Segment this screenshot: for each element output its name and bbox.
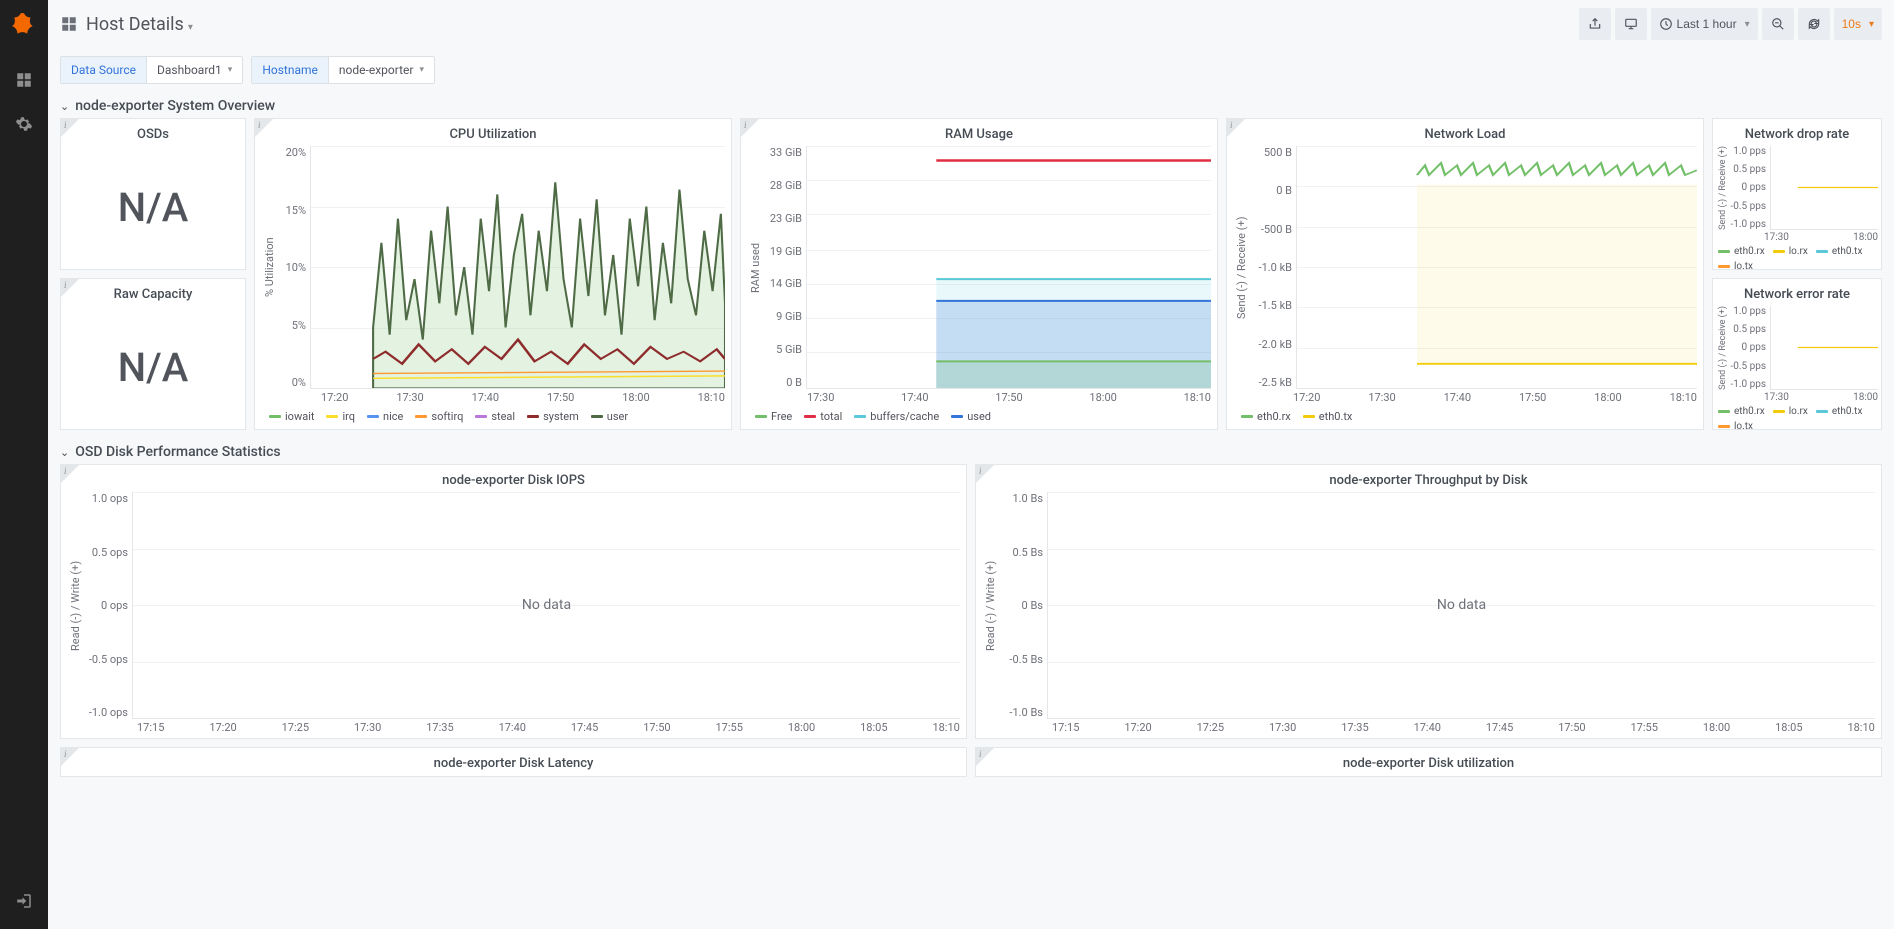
- grafana-logo-icon[interactable]: [8, 8, 40, 40]
- chevron-down-icon: ⌄: [60, 446, 69, 459]
- info-icon[interactable]: [1227, 119, 1245, 137]
- y-axis: 33 GiB28 GiB23 GiB19 GiB14 GiB9 GiB5 GiB…: [764, 146, 806, 389]
- x-axis: 17:3018:00: [1716, 230, 1878, 243]
- var-datasource[interactable]: Data Source Dashboard1▾: [60, 56, 243, 84]
- panel-disk-iops[interactable]: node-exporter Disk IOPS Read (-) / Write…: [60, 464, 967, 739]
- no-data-label: No data: [522, 597, 571, 613]
- y-axis: 1.0 pps0.5 pps0 pps-0.5 pps-1.0 pps: [1730, 306, 1770, 390]
- chart-plot[interactable]: No data: [1047, 492, 1875, 719]
- topbar: Host Details▾ Last 1 hour ▾ 10s▾: [48, 0, 1894, 48]
- no-data-label: No data: [1437, 597, 1486, 613]
- timerange-button[interactable]: Last 1 hour ▾: [1651, 8, 1758, 40]
- dashboard-grid-icon: [60, 15, 78, 33]
- legend: eth0.rxlo.rxeth0.txlo.tx: [1716, 243, 1878, 275]
- sidebar-signin-icon[interactable]: [4, 881, 44, 921]
- x-axis: 17:2017:3017:4017:5018:0018:10: [1233, 389, 1697, 404]
- panel-rawcapacity[interactable]: Raw Capacity N/A: [60, 278, 246, 430]
- info-icon[interactable]: [61, 279, 79, 297]
- x-axis: 17:1517:2017:2517:3017:3517:4017:4517:50…: [67, 719, 960, 734]
- y-axis: 1.0 Bs0.5 Bs0 Bs-0.5 Bs-1.0 Bs: [999, 492, 1047, 719]
- row-header-overview[interactable]: ⌄ node-exporter System Overview: [60, 92, 1882, 118]
- legend: eth0.rxlo.rxeth0.txlo.tx: [1716, 403, 1878, 435]
- legend: Freetotalbuffers/cacheused: [747, 404, 1211, 425]
- panel-disk-throughput[interactable]: node-exporter Throughput by Disk Read (-…: [975, 464, 1882, 739]
- panel-network-load[interactable]: Network Load Send (-) / Receive (+) 500 …: [1226, 118, 1704, 430]
- panel-title: RAM Usage: [741, 119, 1217, 146]
- y-axis-label: Read (-) / Write (+): [982, 492, 999, 719]
- panel-title: Network error rate: [1713, 279, 1881, 306]
- panel-title: node-exporter Throughput by Disk: [976, 465, 1881, 492]
- panel-ram[interactable]: RAM Usage RAM used 33 GiB28 GiB23 GiB19 …: [740, 118, 1218, 430]
- x-axis: 17:3018:00: [1716, 390, 1878, 403]
- var-value[interactable]: node-exporter▾: [329, 57, 434, 83]
- sidebar: [0, 0, 48, 929]
- chart-plot[interactable]: [1296, 146, 1697, 389]
- panel-title: node-exporter Disk utilization: [976, 748, 1881, 775]
- refresh-interval-button[interactable]: 10s▾: [1834, 8, 1882, 40]
- info-icon[interactable]: [61, 119, 79, 137]
- y-axis: 1.0 pps0.5 pps0 pps-0.5 pps-1.0 pps: [1730, 146, 1770, 230]
- y-axis-label: Send (-) / Receive (+): [1716, 146, 1730, 230]
- y-axis: 500 B0 B-500 B-1.0 kB-1.5 kB-2.0 kB-2.5 …: [1250, 146, 1296, 389]
- template-variables: Data Source Dashboard1▾ Hostname node-ex…: [48, 48, 1894, 92]
- panel-disk-latency[interactable]: node-exporter Disk Latency: [60, 747, 967, 777]
- panel-title: OSDs: [61, 119, 245, 146]
- share-button[interactable]: [1579, 8, 1611, 40]
- panel-title: node-exporter Disk IOPS: [61, 465, 966, 492]
- panel-title: Network drop rate: [1713, 119, 1881, 146]
- legend: eth0.rxeth0.tx: [1233, 404, 1697, 425]
- panel-network-error[interactable]: Network error rate Send (-) / Receive (+…: [1712, 278, 1882, 430]
- chart-plot[interactable]: [806, 146, 1211, 389]
- info-icon[interactable]: [61, 465, 79, 483]
- row-header-osd-perf[interactable]: ⌄ OSD Disk Performance Statistics: [60, 438, 1882, 464]
- chevron-down-icon: ⌄: [60, 100, 69, 113]
- stat-value: N/A: [61, 306, 245, 429]
- sidebar-dashboards-icon[interactable]: [4, 60, 44, 100]
- info-icon[interactable]: [976, 748, 994, 766]
- y-axis-label: % Utilization: [261, 146, 278, 389]
- y-axis: 1.0 ops0.5 ops0 ops-0.5 ops-1.0 ops: [84, 492, 132, 719]
- panel-title: Raw Capacity: [61, 279, 245, 306]
- x-axis: 17:2017:3017:4017:5018:0018:10: [261, 389, 725, 404]
- chart-plot[interactable]: [310, 146, 725, 389]
- panel-cpu[interactable]: CPU Utilization % Utilization 20%15%10%5…: [254, 118, 732, 430]
- chart-plot[interactable]: [1770, 146, 1878, 230]
- panel-title: node-exporter Disk Latency: [61, 748, 966, 775]
- panel-title: Network Load: [1227, 119, 1703, 146]
- x-axis: 17:3017:4017:5018:0018:10: [747, 389, 1211, 404]
- y-axis-label: RAM used: [747, 146, 764, 389]
- var-label: Hostname: [252, 57, 329, 83]
- chart-plot[interactable]: [1770, 306, 1878, 390]
- info-icon[interactable]: [255, 119, 273, 137]
- info-icon[interactable]: [61, 748, 79, 766]
- page-title[interactable]: Host Details▾: [86, 14, 193, 35]
- zoom-out-button[interactable]: [1762, 8, 1794, 40]
- info-icon[interactable]: [976, 465, 994, 483]
- stat-value: N/A: [61, 146, 245, 269]
- panel-title: CPU Utilization: [255, 119, 731, 146]
- caret-down-icon: ▾: [188, 22, 193, 33]
- legend: iowaitirqnicesoftirqstealsystemuser: [261, 404, 725, 425]
- panel-network-drop[interactable]: Network drop rate Send (-) / Receive (+)…: [1712, 118, 1882, 270]
- panel-osds[interactable]: OSDs N/A: [60, 118, 246, 270]
- sidebar-settings-icon[interactable]: [4, 104, 44, 144]
- chart-plot[interactable]: No data: [132, 492, 960, 719]
- var-hostname[interactable]: Hostname node-exporter▾: [251, 56, 435, 84]
- y-axis-label: Read (-) / Write (+): [67, 492, 84, 719]
- var-value[interactable]: Dashboard1▾: [147, 57, 242, 83]
- refresh-button[interactable]: [1798, 8, 1830, 40]
- cycle-view-button[interactable]: [1615, 8, 1647, 40]
- info-icon[interactable]: [741, 119, 759, 137]
- var-label: Data Source: [61, 57, 147, 83]
- x-axis: 17:1517:2017:2517:3017:3517:4017:4517:50…: [982, 719, 1875, 734]
- y-axis-label: Send (-) / Receive (+): [1233, 146, 1250, 389]
- y-axis-label: Send (-) / Receive (+): [1716, 306, 1730, 390]
- y-axis: 20%15%10%5%0%: [278, 146, 310, 389]
- panel-disk-utilization[interactable]: node-exporter Disk utilization: [975, 747, 1882, 777]
